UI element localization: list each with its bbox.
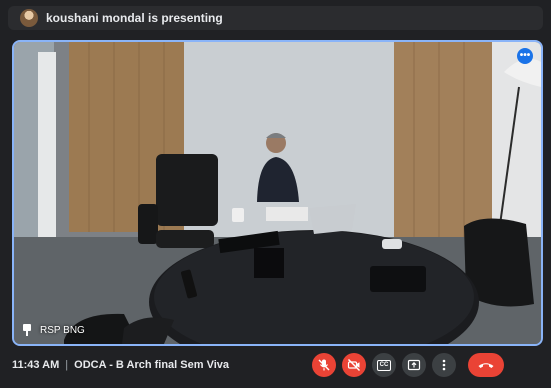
presenter-avatar bbox=[20, 9, 38, 27]
leave-call-button[interactable] bbox=[468, 353, 504, 377]
microphone-toggle-button[interactable] bbox=[312, 353, 336, 377]
more-options-button[interactable] bbox=[432, 353, 456, 377]
presenting-text: koushani mondal is presenting bbox=[46, 11, 223, 25]
tile-more-options-button[interactable]: ••• bbox=[517, 48, 533, 64]
pin-icon[interactable] bbox=[22, 324, 32, 336]
presenting-banner: koushani mondal is presenting bbox=[8, 6, 543, 30]
video-tile[interactable]: ••• RSP BNG bbox=[12, 40, 543, 346]
video-feed bbox=[14, 42, 541, 344]
meeting-title: ODCA - B Arch final Sem Viva bbox=[74, 359, 230, 371]
participant-name: RSP BNG bbox=[40, 324, 85, 336]
meeting-separator: | bbox=[65, 359, 69, 371]
meeting-info: 11:43 AM | ODCA - B Arch final Sem Viva bbox=[12, 359, 229, 371]
call-end-icon bbox=[478, 363, 494, 368]
more-horiz-icon: ••• bbox=[519, 50, 531, 61]
mic-off-icon bbox=[318, 359, 330, 371]
meeting-time: 11:43 AM bbox=[12, 359, 60, 371]
bottom-toolbar: 11:43 AM | ODCA - B Arch final Sem Viva … bbox=[0, 346, 551, 388]
call-controls: CC bbox=[312, 353, 504, 377]
present-screen-button[interactable] bbox=[402, 353, 426, 377]
more-vert-icon bbox=[442, 359, 446, 371]
participant-label: RSP BNG bbox=[22, 324, 85, 336]
camera-toggle-button[interactable] bbox=[342, 353, 366, 377]
closed-captions-icon: CC bbox=[377, 359, 391, 371]
captions-button[interactable]: CC bbox=[372, 353, 396, 377]
videocam-off-icon bbox=[347, 359, 360, 371]
present-screen-icon bbox=[407, 359, 421, 371]
